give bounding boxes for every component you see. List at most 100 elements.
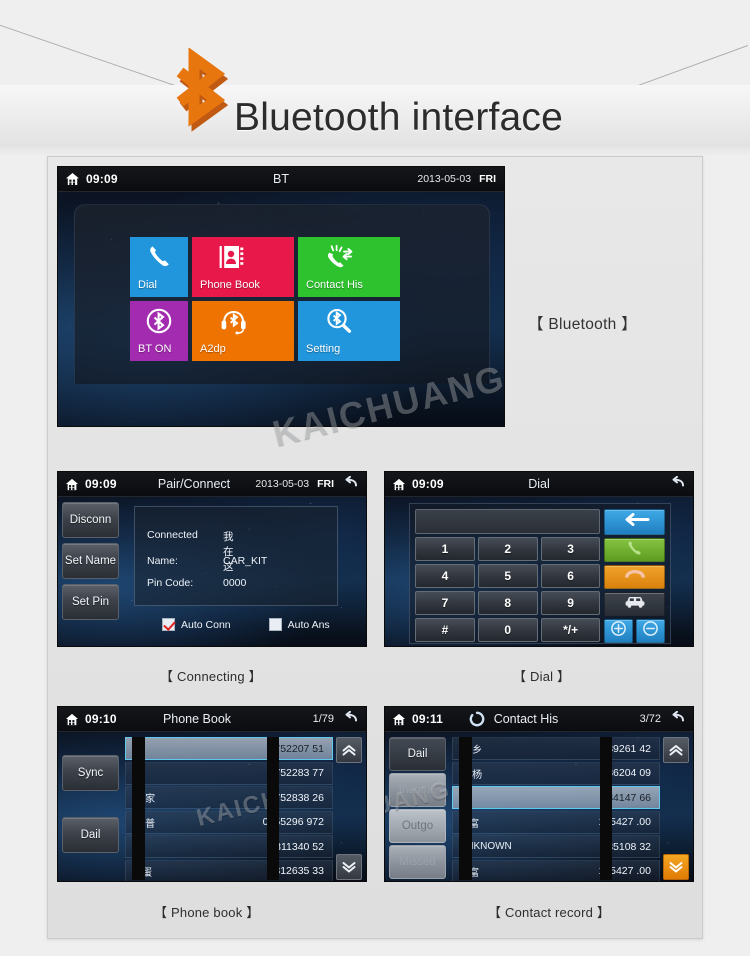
back-arrow-icon[interactable] bbox=[342, 475, 358, 492]
phone-down-icon bbox=[623, 568, 647, 587]
hangup-key[interactable] bbox=[604, 565, 665, 589]
contact-name: 韦 杨 bbox=[459, 769, 483, 781]
volume-key-row bbox=[604, 619, 665, 643]
info-value: 我在这 bbox=[223, 531, 234, 573]
key-5[interactable]: 5 bbox=[477, 564, 538, 588]
tile-setting[interactable]: Setting bbox=[298, 301, 400, 361]
call-history-icon bbox=[298, 243, 400, 271]
sync-button[interactable]: Sync bbox=[62, 755, 119, 791]
statusbar-count: 1/79 bbox=[312, 713, 334, 725]
key-9[interactable]: 9 bbox=[540, 591, 601, 615]
table-row[interactable]: 韦 杨 136204 09 bbox=[452, 761, 660, 785]
info-key: Pin Code: bbox=[147, 577, 194, 589]
key-star-plus[interactable]: */+ bbox=[540, 618, 601, 642]
tile-label: Contact His bbox=[306, 279, 363, 291]
tile-a2dp[interactable]: A2dp bbox=[192, 301, 294, 361]
table-row[interactable]: B 富 135427 .00 bbox=[452, 859, 660, 881]
key-8[interactable]: 8 bbox=[477, 591, 538, 615]
table-row[interactable]: 智 家 0752838 26 bbox=[125, 786, 333, 809]
auto-ans-checkbox[interactable]: Auto Ans bbox=[268, 618, 330, 631]
tile-bt-on[interactable]: BT ON bbox=[130, 301, 188, 361]
transfer-car-key[interactable] bbox=[604, 592, 665, 616]
set-name-button[interactable]: Set Name bbox=[62, 543, 119, 579]
bt-home-screen[interactable]: 09:09 BT 2013-05-03 FRI Dial Phone Book … bbox=[57, 166, 505, 427]
back-arrow-icon[interactable] bbox=[342, 710, 358, 727]
statusbar-day: FRI bbox=[479, 173, 496, 185]
filter-missed-button[interactable]: Missed bbox=[389, 845, 446, 879]
contact-number: 0752207 51 bbox=[268, 742, 324, 755]
info-key: Name: bbox=[147, 555, 178, 567]
key-0[interactable]: 0 bbox=[477, 618, 538, 642]
volume-down-key[interactable] bbox=[636, 619, 665, 643]
statusbar-right: 1/79 bbox=[312, 710, 366, 727]
contact-history-screen[interactable]: 09:11 Contact His 3/72 Dail Income Outgo… bbox=[384, 706, 694, 882]
filter-outgo-button[interactable]: Outgo bbox=[389, 809, 446, 843]
table-row[interactable]: 小 1311340 52 bbox=[125, 835, 333, 858]
home-icon[interactable] bbox=[65, 713, 79, 726]
backspace-key[interactable] bbox=[604, 509, 665, 535]
pair-connect-screen[interactable]: 09:09 Pair/Connect 2013-05-03 FRI Discon… bbox=[57, 471, 367, 647]
key-hash[interactable]: # bbox=[415, 618, 475, 642]
key-6[interactable]: 6 bbox=[540, 564, 601, 588]
key-7[interactable]: 7 bbox=[415, 591, 475, 615]
phonebook-list: 暂 0752207 51 家 0752283 77 智 家 0752838 26… bbox=[125, 737, 333, 881]
bluetooth-search-icon bbox=[298, 307, 400, 335]
contact-number: 0752838 26 bbox=[268, 791, 324, 804]
table-row[interactable]: UNKNOWN 135108 32 bbox=[452, 835, 660, 858]
tile-contact-his[interactable]: Contact His bbox=[298, 237, 400, 297]
key-4[interactable]: 4 bbox=[415, 564, 475, 588]
filter-dail-button[interactable]: Dail bbox=[389, 737, 446, 771]
statusbar-right bbox=[669, 475, 693, 492]
table-row[interactable]: 杨 乡 189261 42 bbox=[452, 737, 660, 760]
table-row[interactable]: 妙 134147 66 bbox=[452, 786, 660, 809]
chevron-up-icon[interactable] bbox=[336, 737, 362, 763]
contact-number: 0755296 972 bbox=[262, 816, 324, 828]
volume-up-key[interactable] bbox=[604, 619, 634, 643]
disconnect-button[interactable]: Disconn bbox=[62, 502, 119, 538]
chevron-up-icon[interactable] bbox=[663, 737, 689, 763]
dial-screen[interactable]: 09:09 Dial 1 2 3 4 5 6 7 8 9 # 0 */+ bbox=[384, 471, 694, 647]
dail-button[interactable]: Dail bbox=[62, 817, 119, 853]
bluetooth-circle-icon bbox=[130, 307, 188, 335]
key-1[interactable]: 1 bbox=[415, 537, 475, 561]
home-icon[interactable] bbox=[65, 478, 79, 491]
home-icon[interactable] bbox=[392, 713, 406, 726]
tile-dial[interactable]: Dial bbox=[130, 237, 188, 297]
key-2[interactable]: 2 bbox=[477, 537, 538, 561]
bluetooth-logo-icon bbox=[160, 47, 236, 148]
table-row[interactable]: 家 0752283 77 bbox=[125, 761, 333, 785]
back-arrow-icon[interactable] bbox=[669, 475, 685, 492]
chevron-down-icon[interactable] bbox=[336, 854, 362, 880]
caption-connecting: 【 Connecting 】 bbox=[160, 669, 262, 684]
home-icon[interactable] bbox=[65, 172, 80, 186]
left-arrow-icon bbox=[620, 513, 650, 531]
set-pin-button[interactable]: Set Pin bbox=[62, 584, 119, 620]
pair-checkboxes: Auto Conn Auto Ans bbox=[162, 618, 330, 631]
table-row[interactable]: B 富 135427 .00 bbox=[452, 810, 660, 834]
chevron-down-icon[interactable] bbox=[663, 854, 689, 880]
contact-number: 135108 32 bbox=[601, 840, 651, 853]
info-value: CAR_KIT bbox=[223, 555, 268, 567]
home-statusbar: 09:09 BT 2013-05-03 FRI bbox=[58, 167, 504, 192]
statusbar-time: 09:09 bbox=[86, 172, 118, 186]
call-key[interactable] bbox=[604, 538, 665, 562]
table-row[interactable]: 暂 0752207 51 bbox=[125, 737, 333, 760]
checkbox-box-unchecked[interactable] bbox=[268, 618, 282, 631]
auto-conn-checkbox[interactable]: Auto Conn bbox=[162, 618, 231, 631]
phone-book-screen[interactable]: 09:10 Phone Book 1/79 Sync Dail 暂 075220… bbox=[57, 706, 367, 882]
key-3[interactable]: 3 bbox=[540, 537, 601, 561]
car-icon bbox=[623, 594, 647, 614]
tile-phone-book[interactable]: Phone Book bbox=[192, 237, 294, 297]
dial-grid: 1 2 3 4 5 6 7 8 9 # 0 */+ bbox=[415, 509, 665, 643]
table-row[interactable]: 匀蛋 1312635 33 bbox=[125, 859, 333, 881]
filter-income-button[interactable]: Income bbox=[389, 773, 446, 807]
home-icon[interactable] bbox=[392, 478, 406, 491]
table-row[interactable]: 卡 普 0755296 972 bbox=[125, 810, 333, 834]
checkbox-label: Auto Ans bbox=[287, 618, 330, 631]
contact-number: 1311340 52 bbox=[269, 840, 324, 853]
dial-number-input[interactable] bbox=[415, 509, 601, 534]
pair-info-panel: Connected 我在这 Name: CAR_KIT Pin Code: 00… bbox=[134, 506, 338, 606]
back-arrow-icon[interactable] bbox=[669, 710, 685, 727]
checkbox-box-checked[interactable] bbox=[162, 618, 175, 631]
tile-grid: Dial Phone Book Contact His BT ON A2dp S… bbox=[130, 237, 430, 365]
